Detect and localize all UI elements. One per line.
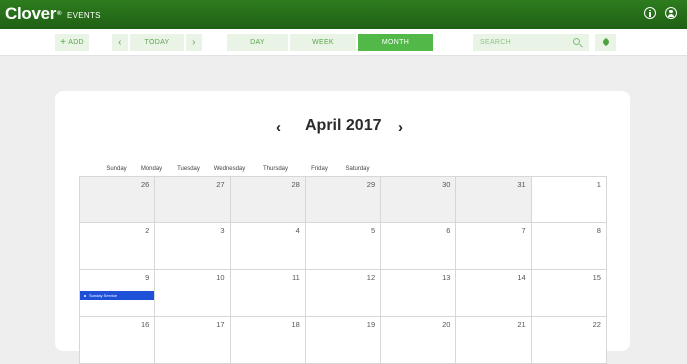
- app-header: Clover® EVENTS: [0, 0, 687, 29]
- day-cell[interactable]: 20: [381, 317, 457, 364]
- day-number: 29: [366, 180, 376, 189]
- app-name: EVENTS: [67, 11, 101, 20]
- day-number: 9: [145, 273, 150, 282]
- day-cell[interactable]: 31: [456, 177, 532, 223]
- day-cell[interactable]: 18: [230, 317, 306, 364]
- weekday-header: Sunday Monday Tuesday Wednesday Thursday Frid…: [79, 165, 607, 175]
- week-row: 2 3 4 5 6 7 8: [80, 223, 607, 270]
- day-number: 11: [292, 273, 300, 282]
- day-cell[interactable]: 28: [230, 177, 306, 223]
- day-cell[interactable]: 14: [456, 270, 532, 317]
- month-grid: 26 27 28 29 30 31 1 2 3 4 5 6 7 8 9 Sunday Service 10 11 1…: [79, 176, 607, 364]
- day-number: 10: [216, 273, 225, 282]
- day-number: 3: [220, 226, 225, 235]
- logo-text: Clover: [5, 4, 57, 23]
- day-cell[interactable]: 10: [155, 270, 231, 317]
- day-cell[interactable]: 13: [381, 270, 457, 317]
- day-number: 27: [216, 180, 225, 189]
- tag-filter-button[interactable]: [595, 34, 616, 51]
- day-cell[interactable]: 4: [230, 223, 306, 270]
- day-number: 26: [140, 180, 150, 189]
- day-number: 28: [291, 180, 300, 189]
- search-placeholder: SEARCH: [480, 39, 511, 46]
- day-cell[interactable]: 6: [381, 223, 457, 270]
- next-period-button[interactable]: ›: [186, 34, 202, 51]
- prev-period-button[interactable]: ‹: [112, 34, 128, 51]
- day-number: 13: [442, 273, 451, 282]
- day-cell[interactable]: 26: [80, 177, 156, 223]
- event-dot-icon: [84, 294, 86, 297]
- day-cell[interactable]: 8: [531, 223, 607, 270]
- info-icon[interactable]: [644, 7, 656, 19]
- day-cell[interactable]: 29: [305, 177, 382, 223]
- day-cell[interactable]: 30: [381, 177, 457, 223]
- day-cell[interactable]: 12: [305, 270, 382, 317]
- month-title: April 2017: [305, 117, 382, 134]
- toolbar: + ADD ‹ TODAY › DAY WEEK MONTH SEARCH: [0, 29, 687, 56]
- month-view-button[interactable]: MONTH: [358, 34, 433, 51]
- day-number: 8: [596, 226, 601, 235]
- day-number: 14: [517, 273, 526, 282]
- day-number: 15: [592, 273, 601, 282]
- day-number: 5: [370, 226, 376, 235]
- day-number: 21: [517, 320, 526, 329]
- day-number: 20: [442, 320, 451, 329]
- day-number: 6: [446, 226, 451, 235]
- day-cell[interactable]: 1: [531, 177, 607, 223]
- week-row: 9 Sunday Service 10 11 12 13 14 15: [80, 270, 607, 317]
- clover-logo[interactable]: Clover®: [5, 4, 62, 24]
- day-number: 7: [521, 226, 526, 235]
- day-cell[interactable]: 17: [155, 317, 231, 364]
- day-number: 4: [295, 226, 300, 235]
- tag-icon: [601, 37, 611, 47]
- day-cell[interactable]: 3: [155, 223, 231, 270]
- day-number: 2: [145, 226, 150, 235]
- search-icon[interactable]: [573, 38, 580, 45]
- day-number: 16: [140, 320, 150, 329]
- day-cell[interactable]: 2: [80, 223, 156, 270]
- day-number: 17: [216, 320, 225, 329]
- day-cell[interactable]: 22: [531, 317, 607, 364]
- today-button[interactable]: TODAY: [130, 34, 184, 51]
- registered-mark: ®: [57, 11, 62, 17]
- day-number: 31: [517, 180, 526, 189]
- week-row: 16 17 18 19 20 21 22: [80, 317, 607, 364]
- search-input[interactable]: SEARCH: [473, 34, 589, 51]
- day-cell[interactable]: 5: [305, 223, 382, 270]
- calendar-card: ‹ April 2017 › Sunday Monday Tuesday Wednes…: [55, 91, 630, 364]
- week-view-button[interactable]: WEEK: [290, 34, 356, 51]
- day-number: 18: [291, 320, 300, 329]
- event-title: Sunday Service: [89, 293, 118, 298]
- event-item[interactable]: Sunday Service: [80, 291, 155, 300]
- day-cell[interactable]: 15: [531, 270, 607, 317]
- day-number: 12: [366, 273, 376, 282]
- month-navigation: ‹ April 2017 ›: [55, 116, 630, 138]
- day-cell[interactable]: 19: [305, 317, 382, 364]
- day-number: 19: [366, 320, 376, 329]
- day-view-button[interactable]: DAY: [227, 34, 288, 51]
- day-number: 1: [596, 180, 601, 189]
- add-label: ADD: [68, 39, 84, 46]
- day-number: 22: [592, 320, 601, 329]
- day-cell[interactable]: 21: [456, 317, 532, 364]
- previous-month-arrow[interactable]: ‹: [276, 120, 281, 135]
- day-number: 30: [442, 180, 451, 189]
- day-cell[interactable]: 11: [230, 270, 306, 317]
- user-icon[interactable]: [665, 7, 677, 19]
- week-row: 26 27 28 29 30 31 1: [80, 177, 607, 223]
- plus-icon: +: [60, 37, 67, 48]
- day-cell[interactable]: 9 Sunday Service: [80, 270, 156, 317]
- weekday-label: Saturday: [345, 166, 370, 172]
- day-cell[interactable]: 16: [80, 317, 156, 364]
- day-cell[interactable]: 27: [155, 177, 231, 223]
- next-month-arrow[interactable]: ›: [398, 120, 403, 135]
- add-button[interactable]: + ADD: [55, 34, 89, 51]
- day-cell[interactable]: 7: [456, 223, 532, 270]
